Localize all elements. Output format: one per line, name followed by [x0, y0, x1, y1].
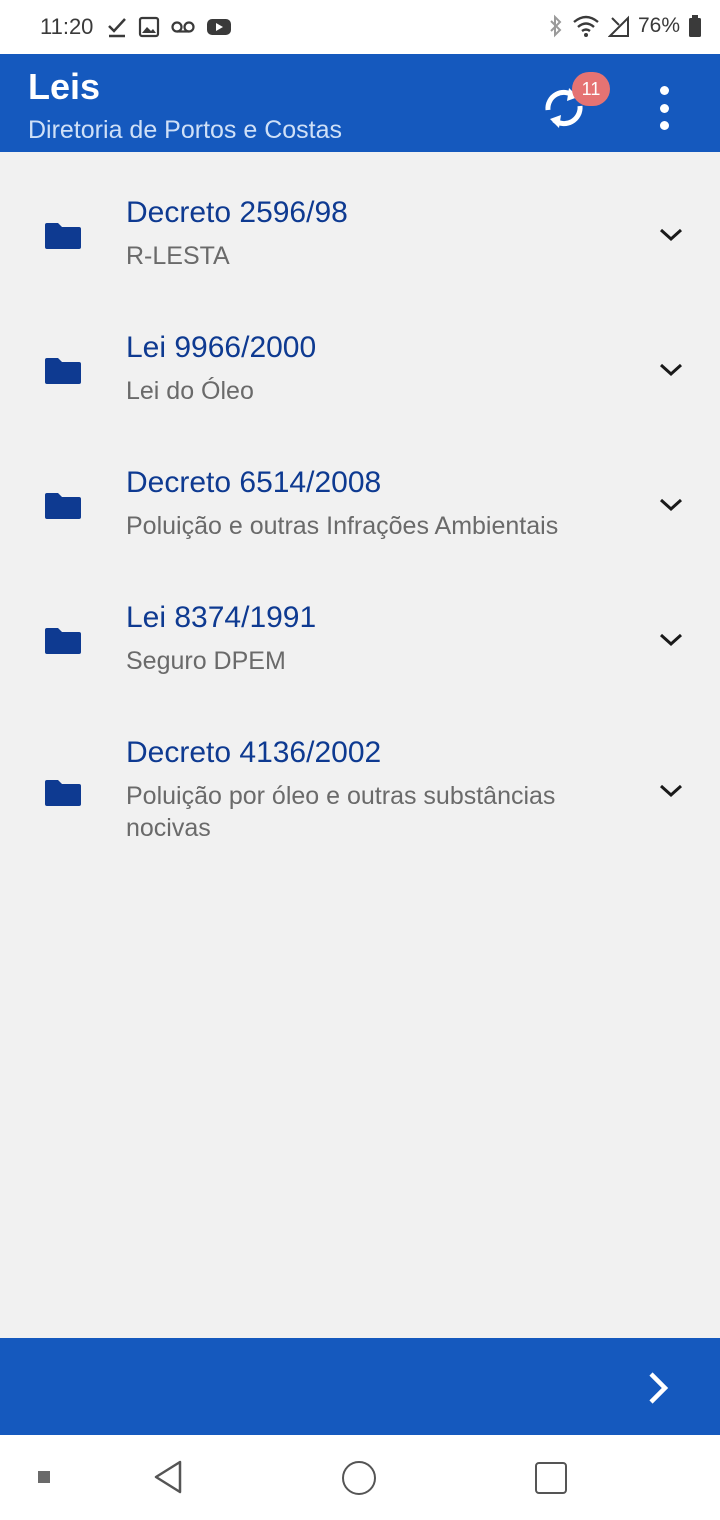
folder-icon — [45, 628, 81, 654]
list-item-title: Decreto 4136/2002 — [126, 736, 382, 769]
chevron-down-icon[interactable] — [658, 782, 684, 800]
folder-icon — [45, 493, 81, 519]
recent-apps-icon[interactable] — [535, 1462, 567, 1494]
list-item[interactable]: Lei 9966/2000 Lei do Óleo — [0, 287, 720, 422]
check-icon — [108, 18, 126, 38]
sync-count-badge: 11 — [572, 72, 610, 106]
list-item-title: Decreto 2596/98 — [126, 196, 348, 229]
voicemail-icon — [171, 21, 195, 33]
app-bar: Leis Diretoria de Portos e Costas 11 — [0, 54, 720, 152]
home-icon[interactable] — [342, 1461, 376, 1495]
chevron-down-icon[interactable] — [658, 496, 684, 514]
bluetooth-icon — [550, 14, 562, 38]
list-item[interactable]: Decreto 4136/2002 Poluição por óleo e ou… — [0, 692, 720, 862]
back-icon[interactable] — [152, 1459, 184, 1495]
list-item[interactable]: Lei 8374/1991 Seguro DPEM — [0, 557, 720, 692]
list-item[interactable]: Decreto 2596/98 R-LESTA — [0, 152, 720, 287]
menu-square-icon[interactable] — [38, 1471, 50, 1483]
chevron-down-icon[interactable] — [658, 631, 684, 649]
battery-percentage: 76% — [637, 14, 680, 37]
signal-icon — [607, 15, 629, 37]
navigation-bar — [0, 1435, 720, 1520]
next-button[interactable] — [636, 1366, 680, 1410]
notification-icons — [106, 16, 232, 38]
more-options-button[interactable] — [650, 86, 678, 130]
chevron-down-icon[interactable] — [658, 361, 684, 379]
system-icons: 76% — [548, 14, 702, 38]
folder-icon — [45, 358, 81, 384]
chevron-right-icon — [649, 1372, 669, 1404]
youtube-icon — [207, 19, 231, 35]
battery-icon — [689, 15, 701, 37]
list-item-subtitle: Poluição e outras Infrações Ambientais — [126, 512, 559, 540]
list-item-subtitle: R-LESTA — [126, 242, 230, 270]
list-item-subtitle: Seguro DPEM — [126, 647, 286, 675]
chevron-down-icon[interactable] — [658, 226, 684, 244]
page-title: Leis — [28, 66, 101, 107]
list-item-title: Lei 8374/1991 — [126, 601, 317, 634]
list-item-title: Decreto 6514/2008 — [126, 466, 382, 499]
list-item-subtitle: Poluição por óleo e outras substâncias n… — [126, 782, 556, 842]
list-item-title: Lei 9966/2000 — [126, 331, 317, 364]
folder-icon — [45, 780, 81, 806]
bottom-bar — [0, 1338, 720, 1435]
page-subtitle: Diretoria de Portos e Costas — [28, 116, 343, 144]
status-time: 11:20 — [40, 14, 94, 39]
list-item-subtitle: Lei do Óleo — [126, 377, 254, 405]
status-bar: 11:20 76% — [0, 0, 720, 54]
list-item[interactable]: Decreto 6514/2008 Poluição e outras Infr… — [0, 422, 720, 557]
wifi-icon — [573, 15, 599, 37]
image-icon — [138, 16, 160, 38]
more-vert-icon — [659, 86, 669, 95]
folder-icon — [45, 223, 81, 249]
laws-list: Decreto 2596/98 R-LESTA Lei 9966/2000 Le… — [0, 152, 720, 862]
